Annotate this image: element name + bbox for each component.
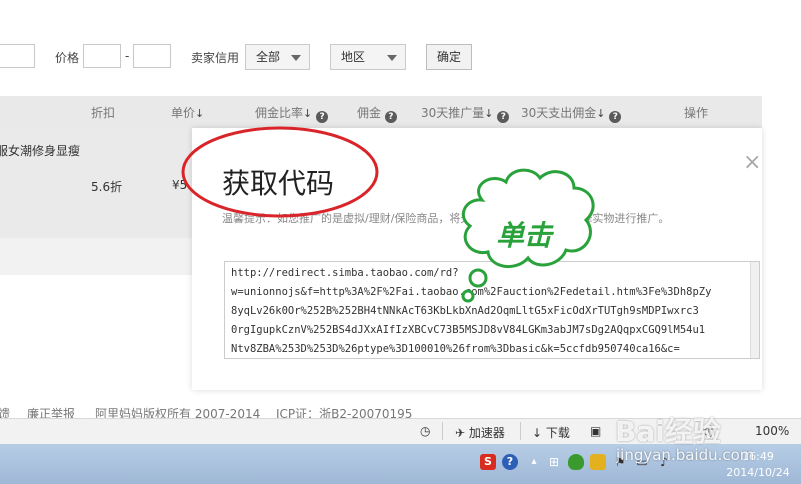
history-icon[interactable]: ◷ (420, 424, 430, 438)
download-button[interactable]: ↓ 下载 (532, 424, 570, 441)
network-icon[interactable]: ⊞ (546, 454, 562, 470)
clock-date[interactable]: 2014/10/24 (718, 466, 798, 479)
rocket-icon: ✈ (455, 426, 466, 440)
app-tray-icon[interactable] (590, 454, 606, 470)
tray-arrow-icon[interactable]: ▴ (526, 454, 542, 470)
accelerator-button[interactable]: ✈ 加速器 (455, 424, 505, 441)
highlight-ellipse (181, 126, 379, 218)
zoom-level[interactable]: 100% (755, 424, 789, 438)
sogou-s-icon[interactable]: S (480, 454, 496, 470)
download-icon: ↓ (532, 426, 543, 440)
window-icon[interactable]: ▣ (590, 424, 601, 438)
watermark-brand: Bai经验 (615, 415, 721, 448)
help-icon[interactable]: ? (502, 454, 518, 470)
divider (520, 422, 521, 440)
callout-text: 单击 (496, 219, 553, 252)
divider (442, 422, 443, 440)
watermark-url: jingyan.baidu.com (616, 446, 755, 464)
security-shield-icon[interactable] (568, 454, 584, 470)
